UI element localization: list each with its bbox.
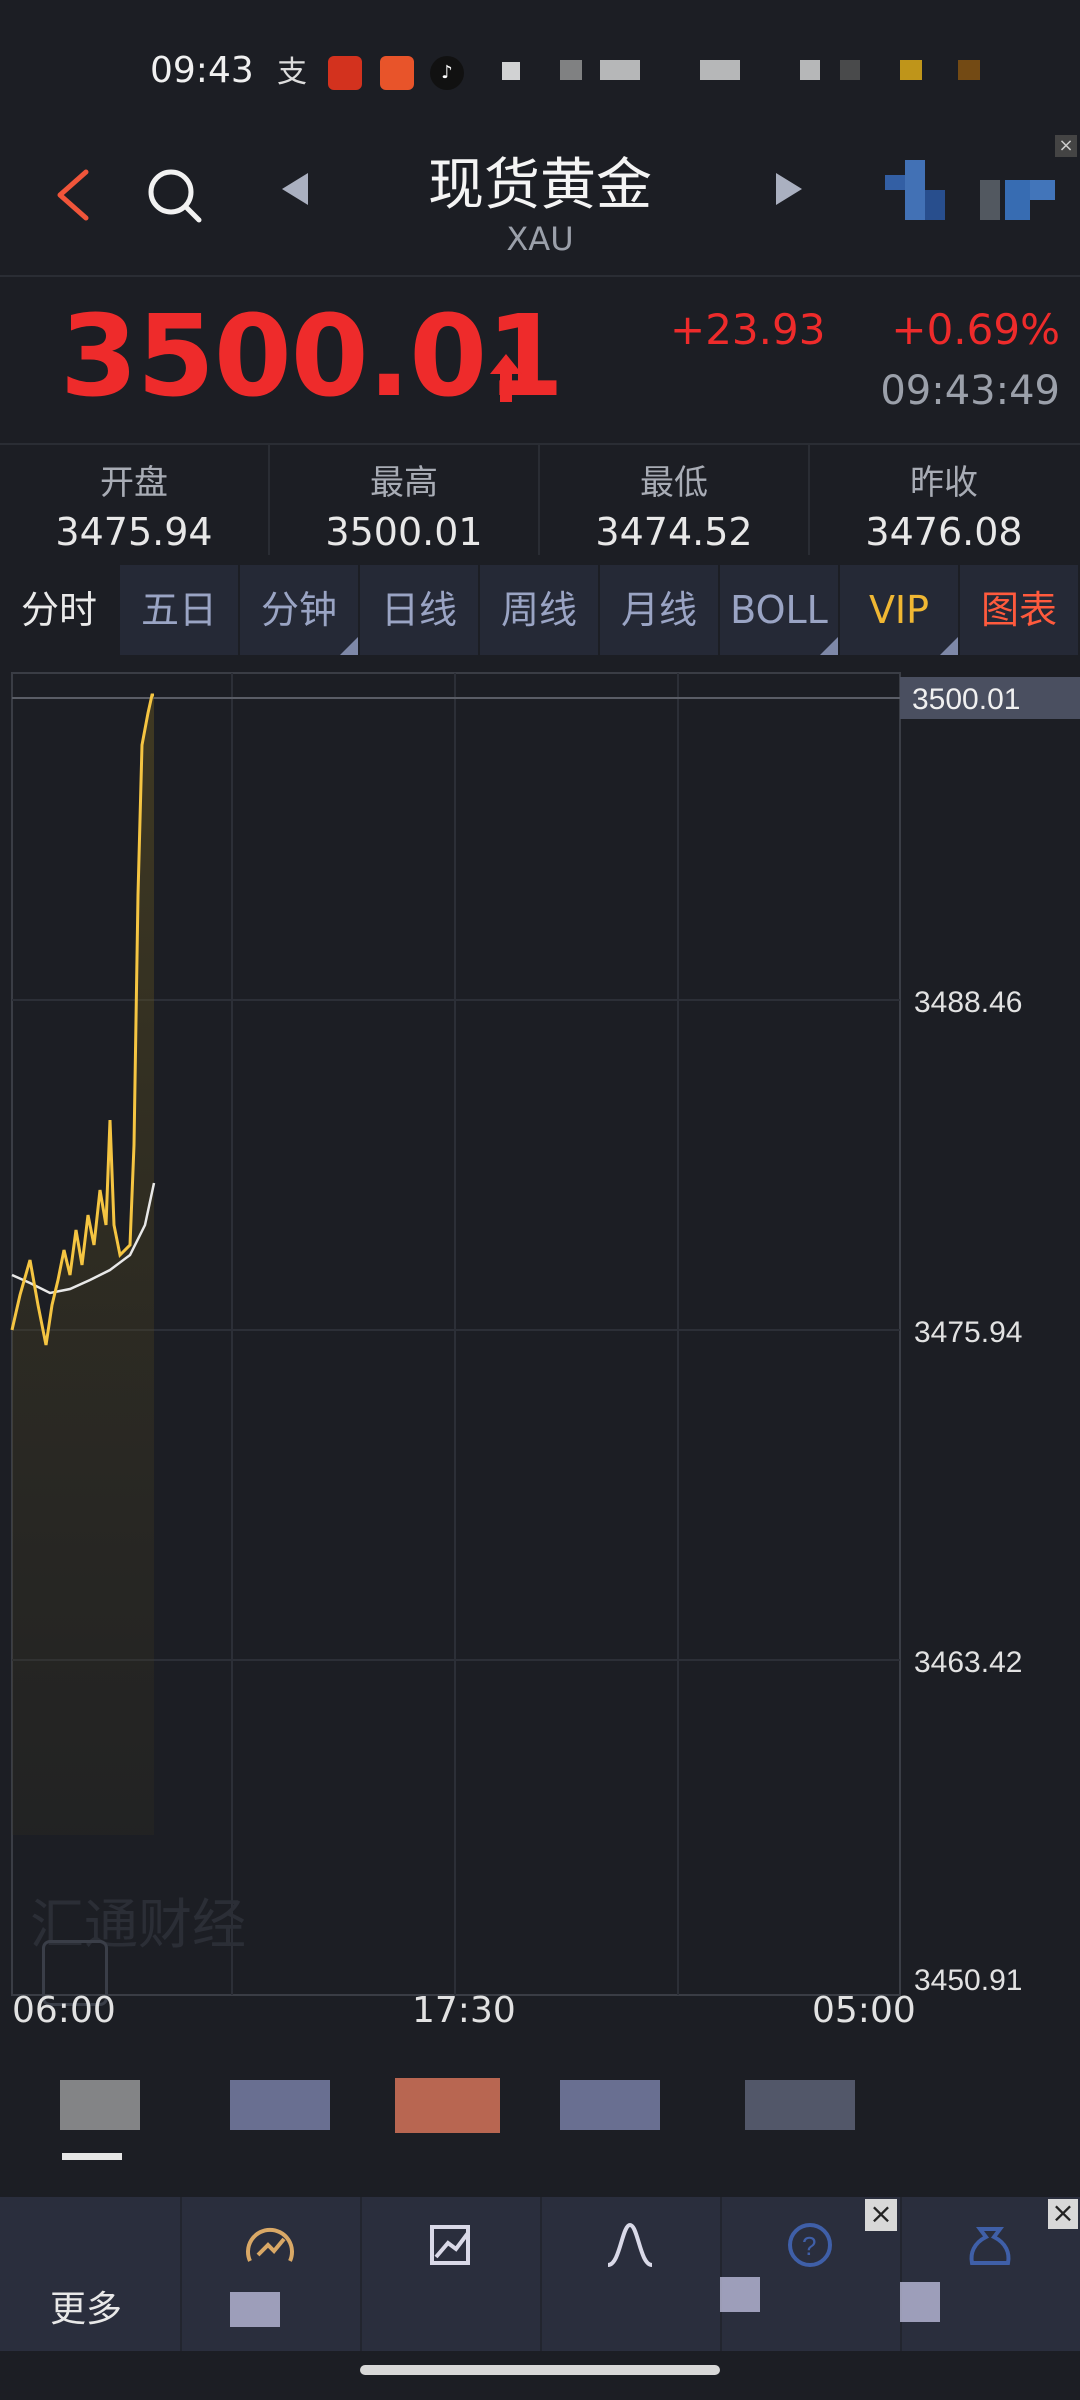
stat-label: 最高: [370, 463, 438, 503]
more-label: 更多: [50, 2289, 123, 2330]
tab-minute[interactable]: 分钟: [240, 565, 360, 655]
sub-navigation: [0, 2060, 1080, 2200]
toolbar-item[interactable]: [360, 2197, 542, 2351]
toolbar-item[interactable]: ×: [900, 2197, 1080, 2351]
status-icons-blurred: [800, 60, 820, 80]
bottom-toolbar: ? × ×: [0, 2197, 1080, 2351]
quote-time: 09:43:49: [880, 368, 1060, 414]
tab-daily[interactable]: 日线: [360, 565, 480, 655]
subnav-item-blurred[interactable]: [745, 2080, 855, 2130]
y-tick-label: 3450.91: [914, 1964, 1022, 1997]
y-tick-label: 3488.46: [914, 986, 1022, 1019]
stat-open: 开盘 3475.94: [0, 455, 268, 554]
subnav-item-blurred[interactable]: [560, 2080, 660, 2130]
ad-close-icon[interactable]: ×: [865, 2199, 897, 2231]
status-icons-blurred: [600, 60, 640, 80]
x-tick-label: 05:00: [812, 1990, 916, 2031]
ad-close-icon[interactable]: ×: [1055, 135, 1077, 157]
current-price-tag-text: 3500.01: [912, 683, 1020, 716]
divider: [0, 275, 1080, 277]
tab-vip[interactable]: VIP: [840, 565, 960, 655]
subnav-item-blurred[interactable]: [230, 2080, 330, 2130]
ad-close-icon[interactable]: ×: [1048, 2199, 1078, 2229]
stat-value: 3475.94: [55, 510, 213, 554]
x-tick-label: 17:30: [412, 1990, 516, 2031]
money-bag-icon: [969, 2227, 1011, 2265]
home-indicator[interactable]: [360, 2365, 720, 2375]
toolbar-item[interactable]: ? ×: [720, 2197, 902, 2351]
price-change-percent: +0.69%: [891, 305, 1060, 354]
next-symbol-arrow-icon[interactable]: [776, 173, 802, 205]
status-icons-blurred: [958, 60, 980, 80]
app-notification-icon: [328, 56, 362, 90]
tab-label: BOLL: [730, 588, 828, 632]
status-bar: 09:43 支 ♪: [0, 0, 1080, 130]
status-icons-blurred: [840, 60, 860, 80]
trend-icon: [430, 2225, 470, 2265]
tab-five-day[interactable]: 五日: [120, 565, 240, 655]
status-icons-blurred: [560, 60, 582, 80]
stat-prev-close: 昨收 3476.08: [810, 455, 1078, 554]
stat-low: 最低 3474.52: [540, 455, 808, 554]
y-tick-label: 3463.42: [914, 1646, 1022, 1679]
search-icon[interactable]: [145, 160, 205, 230]
status-icons-blurred: [502, 62, 520, 80]
tab-weekly[interactable]: 周线: [480, 565, 600, 655]
battery-icon: [900, 60, 922, 80]
subnav-item-blurred[interactable]: [60, 2080, 140, 2130]
status-icons-blurred: [700, 60, 740, 80]
stat-value: 3500.01: [325, 510, 483, 554]
y-tick-label: 3475.94: [914, 1316, 1022, 1349]
tiktok-icon: ♪: [430, 56, 464, 90]
stat-label: 昨收: [910, 463, 978, 503]
svg-text:?: ?: [802, 2231, 816, 2261]
toolbar-item[interactable]: [540, 2197, 722, 2351]
ad-logo[interactable]: [880, 155, 1060, 225]
stat-high: 最高 3500.01: [270, 455, 538, 554]
subnav-item-blurred[interactable]: [395, 2078, 500, 2133]
up-arrow-icon: [488, 352, 524, 404]
status-time: 09:43: [150, 50, 254, 91]
app-notification-icon: [380, 56, 414, 90]
chart-period-tabs: 分时 五日 分钟 日线 周线 月线 BOLL VIP 图表: [0, 565, 1080, 655]
stat-value: 3476.08: [865, 510, 1023, 554]
previous-symbol-arrow-icon[interactable]: [282, 173, 308, 205]
stat-label: 最低: [640, 463, 708, 503]
gauge-icon: [246, 2227, 294, 2262]
tab-label: 分钟: [260, 588, 337, 632]
question-icon: ?: [788, 2223, 832, 2267]
intraday-chart[interactable]: 3500.01 3488.46 3475.94 3463.42 3450.91: [0, 665, 1080, 2010]
curve-icon: [607, 2222, 653, 2267]
alipay-icon: 支: [277, 55, 307, 90]
tab-boll[interactable]: BOLL: [720, 565, 840, 655]
page-title: 现货黄金: [428, 153, 652, 218]
toolbar-item[interactable]: [180, 2197, 362, 2351]
tab-chart[interactable]: 图表: [960, 565, 1080, 655]
tab-intraday[interactable]: 分时: [0, 565, 120, 655]
x-tick-label: 06:00: [12, 1990, 116, 2031]
symbol-code: XAU: [506, 220, 574, 258]
price-change: +23.93: [670, 305, 826, 354]
divider: [0, 443, 1080, 445]
back-arrow-icon[interactable]: [48, 160, 98, 230]
tab-monthly[interactable]: 月线: [600, 565, 720, 655]
tab-label: VIP: [868, 588, 930, 632]
subnav-active-indicator: [62, 2153, 122, 2160]
stat-value: 3474.52: [595, 510, 753, 554]
stat-label: 开盘: [100, 463, 168, 503]
